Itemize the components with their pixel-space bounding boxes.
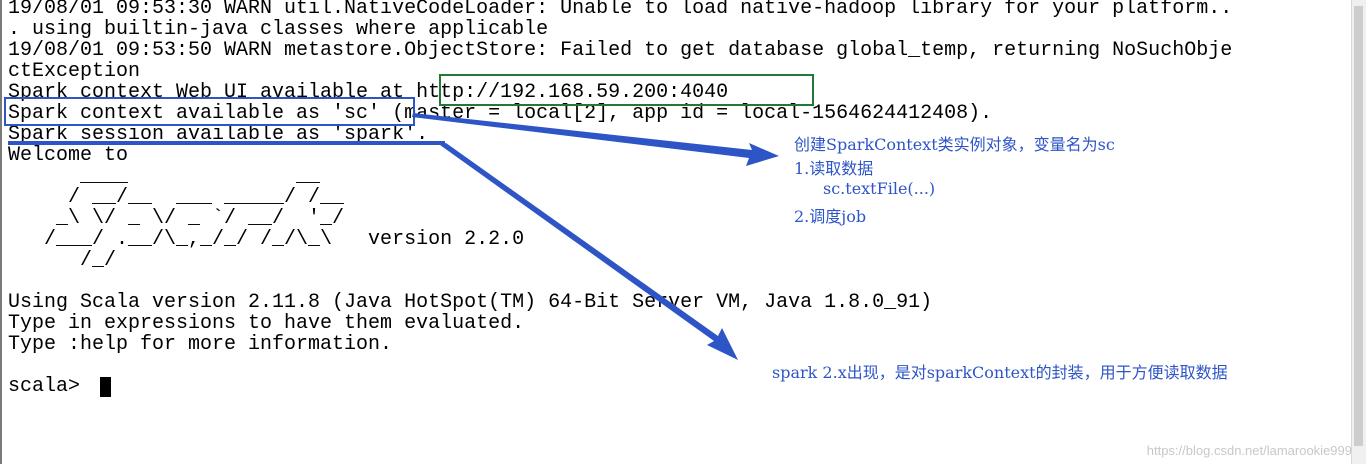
watermark: https://blog.csdn.net/lamarookie999 xyxy=(1146,443,1352,458)
spark-note: spark 2.x出现，是对sparkContext的封装，用于方便读取数据 xyxy=(772,363,1228,382)
sc-note-item-1: 1.读取数据 xyxy=(794,159,874,178)
spark-arrow xyxy=(440,143,738,360)
annotation-overlay xyxy=(4,74,814,360)
sc-note-item-2: 2.调度job xyxy=(794,207,867,226)
url-highlight-box xyxy=(439,74,814,106)
sc-note-title: 创建SparkContext类实例对象，变量名为sc xyxy=(794,135,1115,154)
sc-note-item-1-sub: sc.textFile(...) xyxy=(823,179,936,198)
sc-highlight-box xyxy=(4,97,415,126)
